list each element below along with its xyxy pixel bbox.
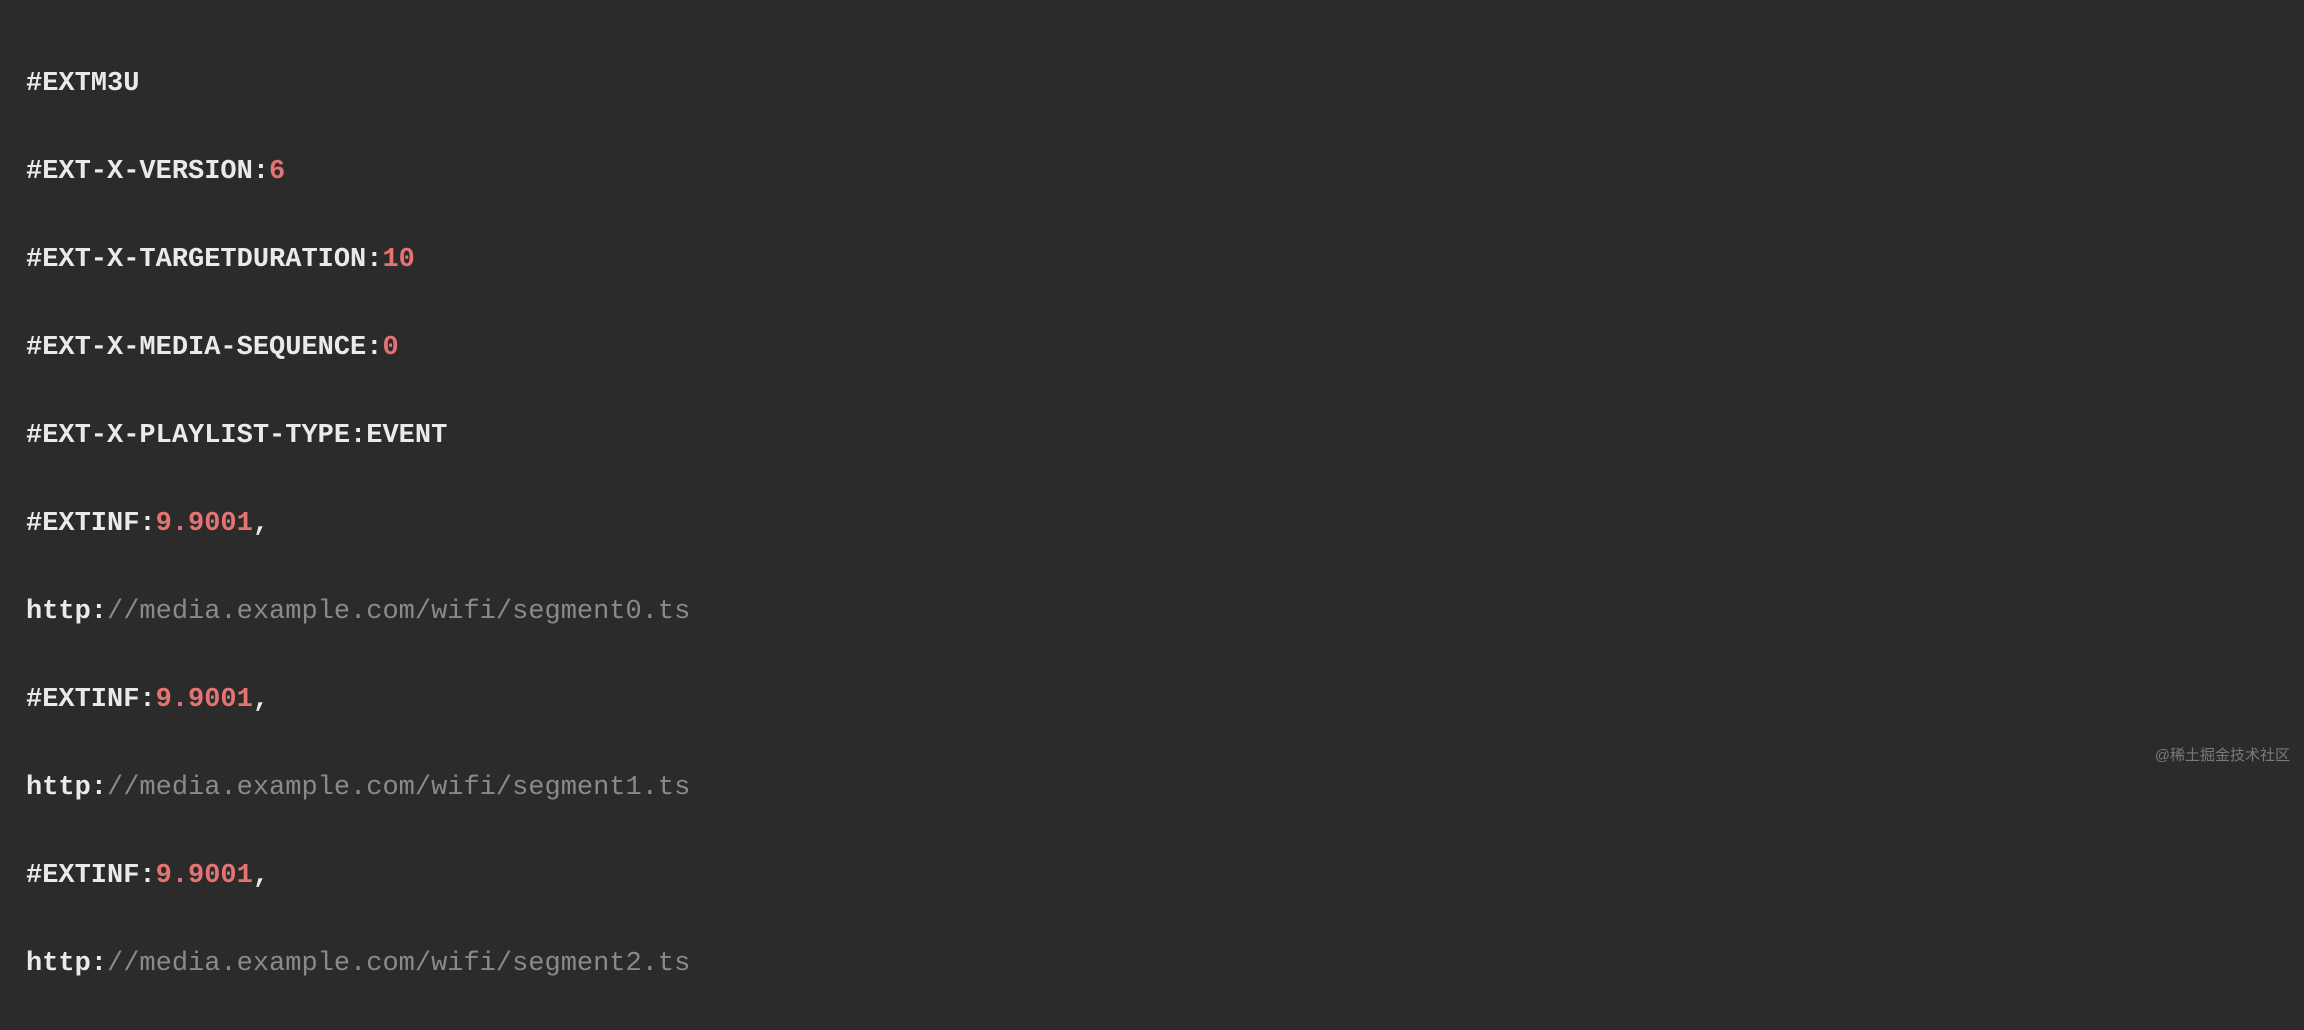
url-rest: //media.example.com/wifi/segment2.ts xyxy=(107,949,690,979)
value-version: 6 xyxy=(269,157,285,187)
line-extinf-1: #EXTINF:9.9001, xyxy=(26,678,2278,722)
tag-extinf: #EXTINF: xyxy=(26,861,156,891)
tag-mediasequence: #EXT-X-MEDIA-SEQUENCE: xyxy=(26,333,382,363)
line-version: #EXT-X-VERSION:6 xyxy=(26,150,2278,194)
url-scheme: http: xyxy=(26,949,107,979)
value-extinf: 9.9001 xyxy=(156,861,253,891)
comma: , xyxy=(253,685,269,715)
value-extinf: 9.9001 xyxy=(156,509,253,539)
tag-extinf: #EXTINF: xyxy=(26,685,156,715)
value-extinf: 9.9001 xyxy=(156,685,253,715)
value-mediasequence: 0 xyxy=(382,333,398,363)
comma: , xyxy=(253,861,269,891)
url-scheme: http: xyxy=(26,773,107,803)
line-targetduration: #EXT-X-TARGETDURATION:10 xyxy=(26,238,2278,282)
tag-version: #EXT-X-VERSION: xyxy=(26,157,269,187)
comma: , xyxy=(253,509,269,539)
line-mediasequence: #EXT-X-MEDIA-SEQUENCE:0 xyxy=(26,326,2278,370)
value-targetduration: 10 xyxy=(382,245,414,275)
watermark-text: @稀土掘金技术社区 xyxy=(2155,744,2290,768)
tag-targetduration: #EXT-X-TARGETDURATION: xyxy=(26,245,382,275)
line-extm3u: #EXTM3U xyxy=(26,62,2278,106)
url-rest: //media.example.com/wifi/segment0.ts xyxy=(107,597,690,627)
line-url-1: http://media.example.com/wifi/segment1.t… xyxy=(26,766,2278,810)
line-url-2: http://media.example.com/wifi/segment2.t… xyxy=(26,942,2278,986)
url-scheme: http: xyxy=(26,597,107,627)
tag-playlisttype: #EXT-X-PLAYLIST-TYPE:EVENT xyxy=(26,421,447,451)
line-extinf-0: #EXTINF:9.9001, xyxy=(26,502,2278,546)
m3u8-code-block: #EXTM3U #EXT-X-VERSION:6 #EXT-X-TARGETDU… xyxy=(26,18,2278,1030)
url-rest: //media.example.com/wifi/segment1.ts xyxy=(107,773,690,803)
line-url-0: http://media.example.com/wifi/segment0.t… xyxy=(26,590,2278,634)
line-playlisttype: #EXT-X-PLAYLIST-TYPE:EVENT xyxy=(26,414,2278,458)
tag-extm3u: #EXTM3U xyxy=(26,69,139,99)
tag-extinf: #EXTINF: xyxy=(26,509,156,539)
line-extinf-2: #EXTINF:9.9001, xyxy=(26,854,2278,898)
